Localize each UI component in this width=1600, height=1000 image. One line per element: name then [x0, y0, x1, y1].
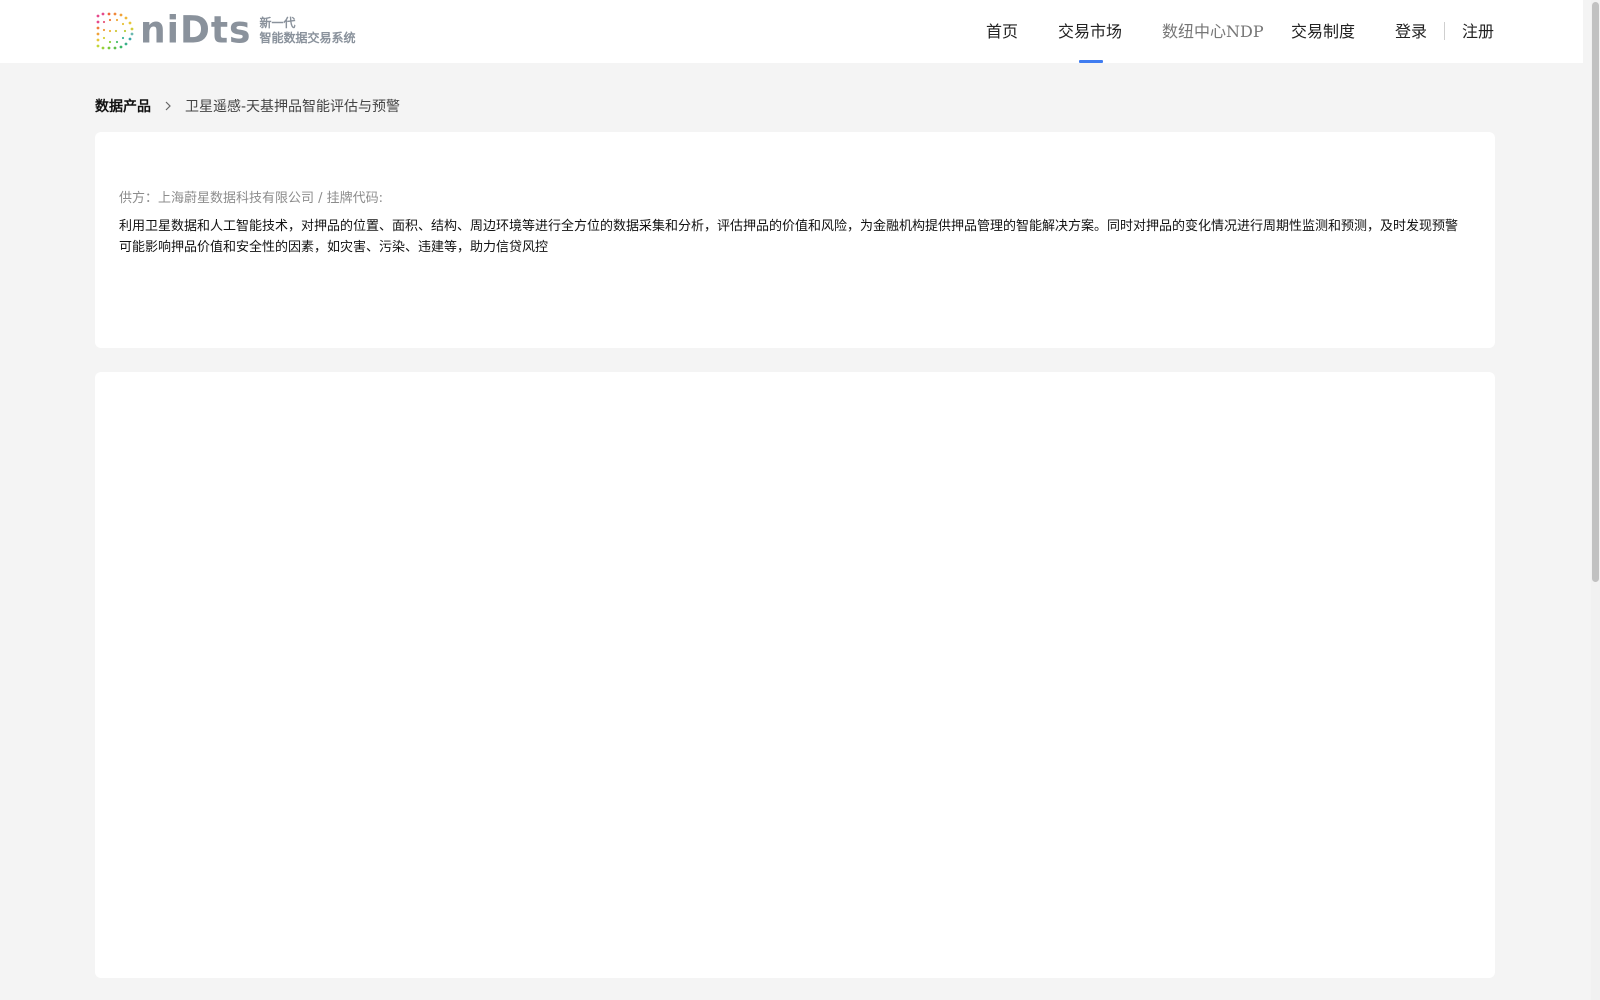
nav-active-indicator — [1079, 60, 1103, 63]
logo-wordmark: niDts — [140, 8, 252, 52]
nav-item-trading-rules[interactable]: 交易制度 — [1291, 20, 1355, 44]
breadcrumb-current: 卫星遥感-天基押品智能评估与预警 — [185, 99, 401, 115]
supplier-info: 供方：上海蔚星数据科技有限公司 / 挂牌代码: — [119, 191, 384, 206]
page-scrollbar[interactable] — [1591, 0, 1600, 1000]
scrollbar-thumb[interactable] — [1592, 2, 1599, 582]
product-description: 利用卫星数据和人工智能技术，对押品的位置、面积、结构、周边环境等进行全方位的数据… — [119, 219, 1459, 255]
product-detail-card — [95, 372, 1495, 978]
logo-dotted-d-icon — [96, 12, 134, 50]
nav-item-home[interactable]: 首页 — [986, 20, 1018, 44]
breadcrumb-data-products[interactable]: 数据产品 — [95, 96, 151, 116]
nav-divider — [1444, 22, 1445, 40]
logo-tagline: 新一代 智能数据交易系统 — [260, 16, 356, 46]
main-nav: 首页 交易市场 数纽中心NDP 交易制度 登录 注册 — [960, 0, 1583, 63]
site-logo[interactable]: niDts 新一代 智能数据交易系统 — [94, 8, 356, 52]
nav-item-trading-market[interactable]: 交易市场 — [1058, 20, 1122, 44]
top-header: niDts 新一代 智能数据交易系统 首页 交易市场 数纽中心NDP 交易制度 … — [0, 0, 1583, 63]
breadcrumb: 数据产品 卫星遥感-天基押品智能评估与预警 — [95, 96, 400, 116]
register-link[interactable]: 注册 — [1462, 20, 1494, 44]
logo-tagline-line1: 新一代 — [259, 16, 296, 30]
nav-item-ndp-center[interactable]: 数纽中心NDP — [1162, 20, 1264, 44]
logo-tagline-line2: 智能数据交易系统 — [259, 31, 356, 45]
login-link[interactable]: 登录 — [1395, 20, 1427, 44]
chevron-right-icon — [165, 101, 171, 111]
product-intro-card: 供方：上海蔚星数据科技有限公司 / 挂牌代码: 利用卫星数据和人工智能技术，对押… — [95, 132, 1495, 348]
